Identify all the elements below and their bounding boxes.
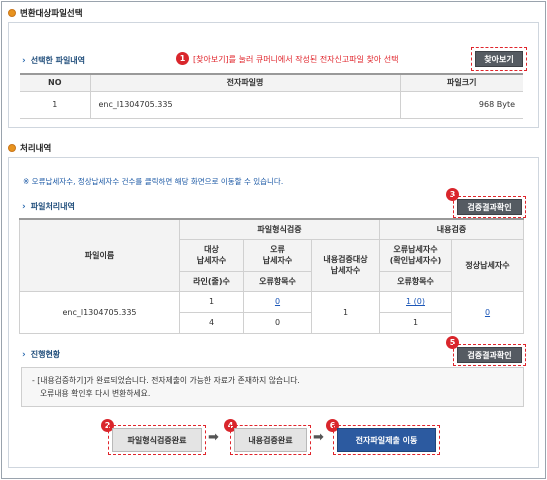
status-message-box: - [내용검증하기]가 완료되었습니다. 전자제출이 가능한 자료가 존재하지 … [21,367,524,407]
browse-button[interactable]: 찾아보기 [475,51,523,67]
table-header-row: 파일이름 파일형식검증 내용검증 [19,218,524,292]
sub-title-text: 파일처리내역 [30,202,75,211]
header-line: 오류 [270,245,285,254]
col-header-content-target: 내용검증대상 납세자수 [311,238,380,292]
col-header-error-items: 오류항목수 [243,270,312,292]
status-line-1: - [내용검증하기]가 완료되었습니다. 전자제출이 가능한 자료가 존재하지 … [32,376,300,385]
sub-title-text: 선택한 파일내역 [30,56,86,65]
section-title-text: 변환대상파일선택 [20,9,83,19]
error-confirm-link[interactable]: 1 (0) [406,297,425,306]
cell-target: 1 [179,290,244,313]
cell-normal: 0 [451,290,524,334]
col-header-error-items-content: 오류항목수 [379,270,452,292]
header-line: 납세자수 [262,256,293,265]
table-header-row: NO 전자파일명 파일크기 [20,73,523,92]
cell-no: 1 [20,91,91,119]
orange-bullet-icon [8,9,16,17]
section-title-processing: 처리내역 [8,142,51,154]
col-header-content-check: 내용검증 [379,218,524,240]
header-line: 납세자수 [196,256,227,265]
browse-instruction: [찾아보기]를 눌러 큐머니에서 작성된 전자신고파일 찾아 선택 [193,55,399,64]
section-title-text: 처리내역 [20,144,52,154]
status-line-2: 오류내용 확인후 다시 변환하세요. [40,389,151,398]
header-line: 내용검증대상 [323,255,368,264]
step-badge-1: 1 [176,52,189,65]
cell-error-confirm: 1 (0) [379,290,452,313]
file-processing-table: 파일이름 파일형식검증 내용검증 대상 납세자수 오류 납세자수 내용검증대상 … [19,218,524,334]
cell-filename: enc_l1304705.335 [90,91,401,119]
sub-title-file-processing: › 파일처리내역 [22,201,75,212]
cell-error-items: 0 [243,311,312,334]
table-row: enc_l1304705.335 1 0 1 1 (0) 0 [19,290,524,334]
col-header-no: NO [20,73,91,92]
table-row: 1 enc_l1304705.335 968 Byte [20,91,523,119]
chevron-right-icon: › [22,349,26,360]
col-header-filesize: 파일크기 [400,73,523,92]
cell-error-items-content: 1 [379,311,452,334]
header-line: 납세자수 [330,266,361,275]
cell-error: 0 [243,290,312,313]
section-title-file-select: 변환대상파일선택 [8,7,83,19]
arrow-right-icon: ➡ [313,430,324,445]
sub-title-progress: › 진행현황 [22,349,60,360]
col-header-filename: 전자파일명 [90,73,401,92]
col-header-normal: 정상납세자수 [451,238,524,292]
cell-filename: enc_l1304705.335 [19,290,180,334]
content-check-complete-button[interactable]: 내용검증완료 [234,428,307,452]
sub-title-selected-files: › 선택한 파일내역 [22,55,85,66]
cell-filesize: 968 Byte [400,91,523,119]
arrow-right-icon: ➡ [208,430,219,445]
col-header-filename: 파일이름 [19,218,180,292]
col-header-error-confirm: 오류납세자수 (확인납세자수) [379,238,452,272]
format-check-complete-button[interactable]: 파일형식검증완료 [112,428,202,452]
col-header-target: 대상 납세자수 [179,238,244,272]
header-line: 대상 [204,245,219,254]
chevron-right-icon: › [22,55,26,66]
cell-lines: 4 [179,311,244,334]
orange-bullet-icon [8,144,16,152]
col-header-lines: 라인(줄)수 [179,270,244,292]
notice-text: ※ 오류납세자수, 정상납세자수 건수를 클릭하면 해당 화면으로 이동할 수 … [23,177,284,186]
header-line: (확인납세자수) [389,256,442,265]
selected-files-table: NO 전자파일명 파일크기 1 enc_l1304705.335 968 Byt… [20,73,523,119]
chevron-right-icon: › [22,201,26,212]
verify-result-button[interactable]: 검증결과확인 [457,199,522,215]
cell-content-target: 1 [311,290,380,334]
sub-title-text: 진행현황 [30,350,61,359]
e-file-submit-button[interactable]: 전자파일제출 이동 [337,428,436,452]
col-header-format-check: 파일형식검증 [179,218,380,240]
normal-count-link[interactable]: 0 [485,308,490,317]
verify-result-button-2[interactable]: 검증결과확인 [457,347,522,363]
error-count-link[interactable]: 0 [275,297,280,306]
header-line: 오류납세자수 [393,245,438,254]
col-header-error: 오류 납세자수 [243,238,312,272]
